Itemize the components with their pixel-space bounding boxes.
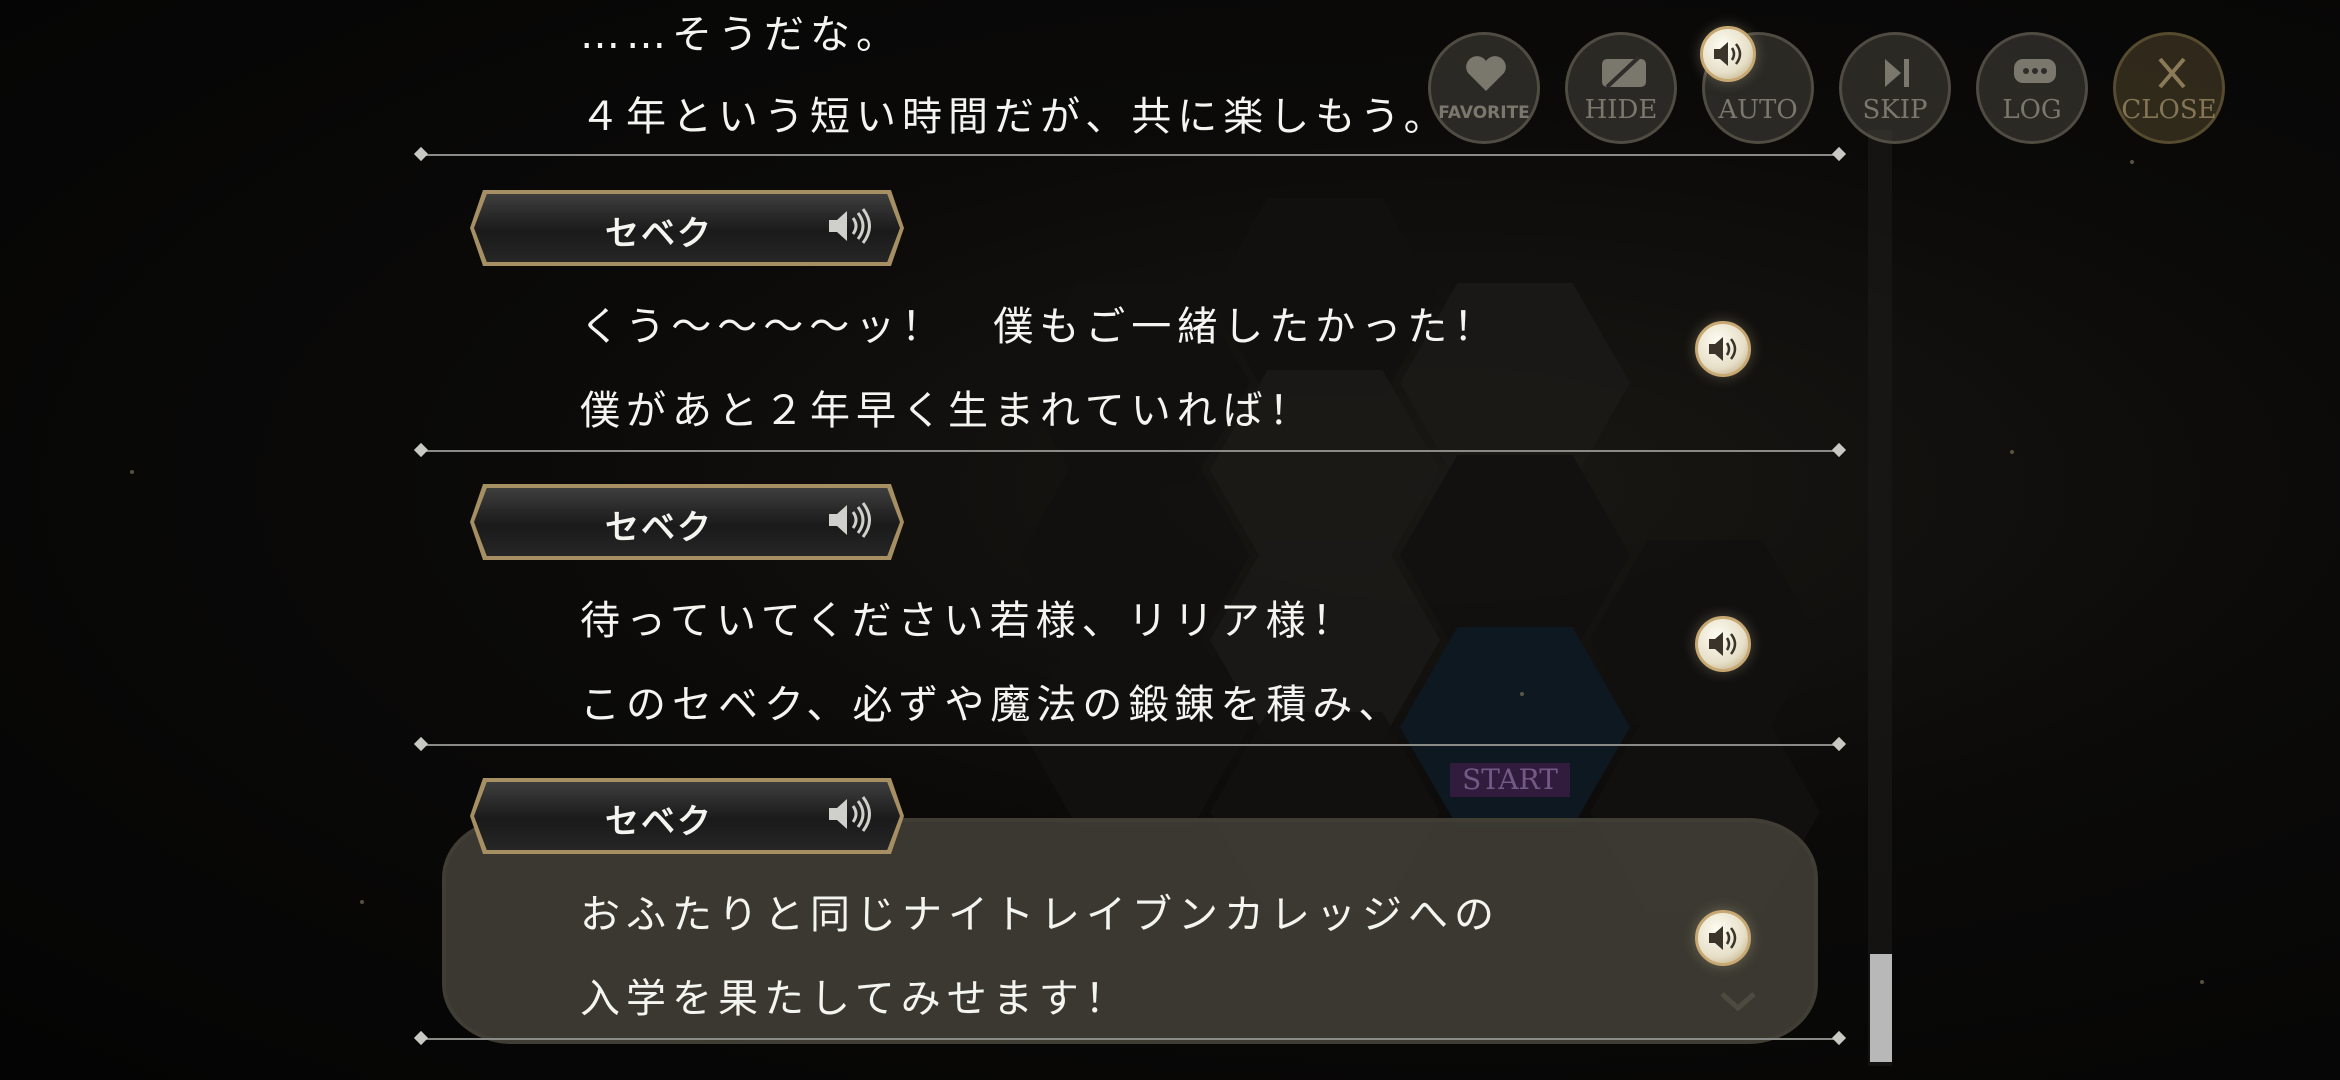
- favorite-label: FAVORITE: [1438, 103, 1530, 123]
- log-line: 僕があと２年早く生まれていれば！: [580, 388, 1315, 434]
- divider: [420, 154, 1840, 156]
- speaker-icon: [829, 796, 871, 832]
- log-scrollbar-track[interactable]: [1868, 130, 1892, 1066]
- hide-button[interactable]: HIDE: [1565, 32, 1677, 144]
- heart-icon: [1466, 56, 1506, 91]
- speaker-name: セベク: [605, 508, 713, 548]
- divider: [420, 1038, 1840, 1040]
- hide-icon: [1602, 55, 1646, 89]
- auto-label: AUTO: [1718, 95, 1798, 125]
- log-line: ４年という短い時間だが、共に楽しもう。: [580, 94, 1450, 140]
- speaker-icon: [1714, 42, 1742, 66]
- voice-replay-button[interactable]: [1695, 616, 1751, 672]
- chevron-down-icon: [1720, 992, 1756, 1012]
- log-label: LOG: [2002, 95, 2062, 125]
- divider: [420, 744, 1840, 746]
- log-line: おふたりと同じナイトレイブンカレッジへの: [580, 892, 1500, 938]
- start-label: START: [1450, 763, 1570, 797]
- close-label: CLOSE: [2121, 95, 2217, 125]
- log-line: 待っていてください若様、リリア様！: [580, 598, 1358, 644]
- voice-replay-button[interactable]: [1695, 910, 1751, 966]
- close-icon: [2158, 57, 2186, 89]
- skip-button[interactable]: SKIP: [1839, 32, 1951, 144]
- top-toolbar: FAVORITE HIDE AUTO SKIP LOG CLOSE: [1428, 32, 2228, 152]
- speaker-name: セベク: [605, 214, 713, 254]
- hide-label: HIDE: [1584, 95, 1658, 125]
- speaker-name: セベク: [605, 802, 713, 842]
- log-line: 入学を果たしてみせます！: [580, 976, 1131, 1022]
- log-line: くう～～～～ッ！ 僕もご一緒したかった！: [580, 304, 1500, 350]
- skip-icon: [1885, 59, 1909, 87]
- log-line: このセベク、必ずや魔法の鍛錬を積み、: [580, 682, 1405, 728]
- speaker-icon: [1709, 926, 1737, 950]
- chat-bubble-icon: [2014, 59, 2056, 83]
- divider: [420, 450, 1840, 452]
- voice-replay-button[interactable]: [1700, 26, 1756, 82]
- skip-label: SKIP: [1862, 95, 1928, 125]
- voice-replay-button[interactable]: [1695, 321, 1751, 377]
- speaker-icon: [1709, 632, 1737, 656]
- favorite-button[interactable]: FAVORITE: [1428, 32, 1540, 144]
- speaker-icon: [1709, 337, 1737, 361]
- speaker-icon: [829, 502, 871, 538]
- close-button[interactable]: CLOSE: [2113, 32, 2225, 144]
- log-button[interactable]: LOG: [1976, 32, 2088, 144]
- speaker-icon: [829, 208, 871, 244]
- log-scrollbar-thumb[interactable]: [1870, 954, 1892, 1062]
- log-line: ……そうだな。: [580, 12, 902, 58]
